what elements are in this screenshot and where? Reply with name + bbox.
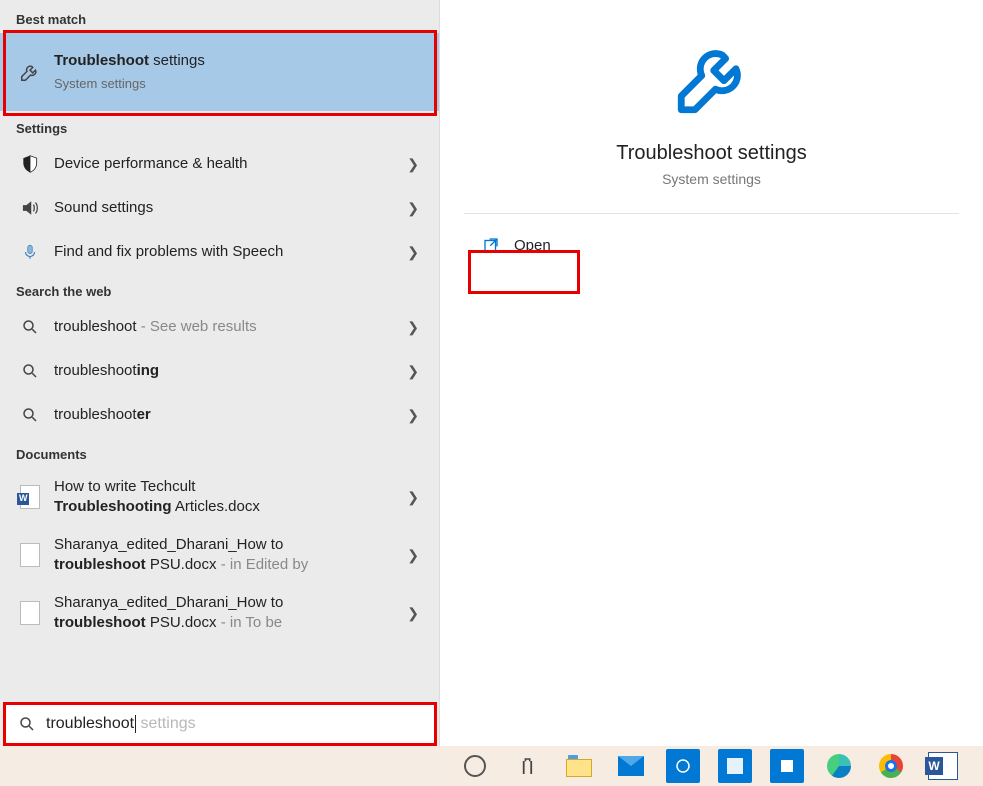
section-header-best-match: Best match (0, 0, 439, 33)
chevron-right-icon: ❯ (401, 156, 425, 173)
result-sound-settings[interactable]: Sound settings ❯ (0, 186, 439, 230)
divider (464, 213, 959, 214)
result-web-troubleshooting[interactable]: troubleshooting ❯ (0, 349, 439, 393)
best-match-text: Troubleshoot settings System settings (54, 51, 425, 93)
details-right-pane: Troubleshoot settings System settings Op… (440, 0, 983, 746)
result-doc-1[interactable]: How to write Techcult Troubleshooting Ar… (0, 468, 439, 526)
open-action[interactable]: Open (464, 224, 569, 266)
file-explorer-icon[interactable] (562, 749, 596, 783)
search-icon (18, 715, 36, 733)
result-web-troubleshoot[interactable]: troubleshoot - See web results ❯ (0, 305, 439, 349)
section-header-web: Search the web (0, 274, 439, 305)
taskbar-app-2[interactable] (718, 749, 752, 783)
search-icon (16, 362, 44, 380)
open-label: Open (514, 237, 551, 254)
wrench-icon (16, 61, 44, 83)
chevron-right-icon: ❯ (401, 363, 425, 380)
section-header-documents: Documents (0, 437, 439, 468)
search-icon (16, 318, 44, 336)
result-label: Device performance & health (54, 154, 401, 174)
result-label: Sound settings (54, 198, 401, 218)
chevron-right-icon: ❯ (401, 319, 425, 336)
search-typed-text: troubleshoot settings (46, 715, 196, 733)
taskbar: |⎴| W (440, 746, 983, 786)
section-header-settings: Settings (0, 111, 439, 142)
chevron-right-icon: ❯ (401, 547, 425, 564)
search-icon (16, 406, 44, 424)
word-icon[interactable]: W (926, 749, 960, 783)
taskbar-app-1[interactable] (666, 749, 700, 783)
chevron-right-icon: ❯ (401, 605, 425, 622)
start-search-panel: Best match Troubleshoot settings System … (0, 0, 983, 746)
chevron-right-icon: ❯ (401, 200, 425, 217)
details-subtitle: System settings (662, 171, 761, 187)
doc-icon (16, 601, 44, 625)
chevron-right-icon: ❯ (401, 244, 425, 261)
doc-icon (16, 543, 44, 567)
result-web-troubleshooter[interactable]: troubleshooter ❯ (0, 393, 439, 437)
word-doc-icon (16, 485, 44, 509)
result-label: Find and fix problems with Speech (54, 242, 401, 262)
result-doc-2[interactable]: Sharanya_edited_Dharani_How to troublesh… (0, 526, 439, 584)
microphone-icon (16, 242, 44, 262)
result-speech-fix[interactable]: Find and fix problems with Speech ❯ (0, 230, 439, 274)
chevron-right-icon: ❯ (401, 489, 425, 506)
result-device-performance[interactable]: Device performance & health ❯ (0, 142, 439, 186)
details-hero: Troubleshoot settings System settings (440, 0, 983, 187)
cortana-icon[interactable] (458, 749, 492, 783)
result-best-match[interactable]: Troubleshoot settings System settings (0, 33, 439, 111)
chrome-icon[interactable] (874, 749, 908, 783)
wrench-icon (667, 34, 757, 124)
edge-icon[interactable] (822, 749, 856, 783)
mail-icon[interactable] (614, 749, 648, 783)
result-doc-3[interactable]: Sharanya_edited_Dharani_How to troublesh… (0, 584, 439, 642)
speaker-icon (16, 198, 44, 218)
details-title: Troubleshoot settings (616, 142, 806, 165)
results-left-pane: Best match Troubleshoot settings System … (0, 0, 440, 746)
task-view-icon[interactable]: |⎴| (510, 749, 544, 783)
open-icon (482, 236, 500, 254)
shield-icon (16, 154, 44, 174)
taskbar-app-3[interactable] (770, 749, 804, 783)
search-input[interactable]: troubleshoot settings (3, 702, 437, 746)
chevron-right-icon: ❯ (401, 407, 425, 424)
